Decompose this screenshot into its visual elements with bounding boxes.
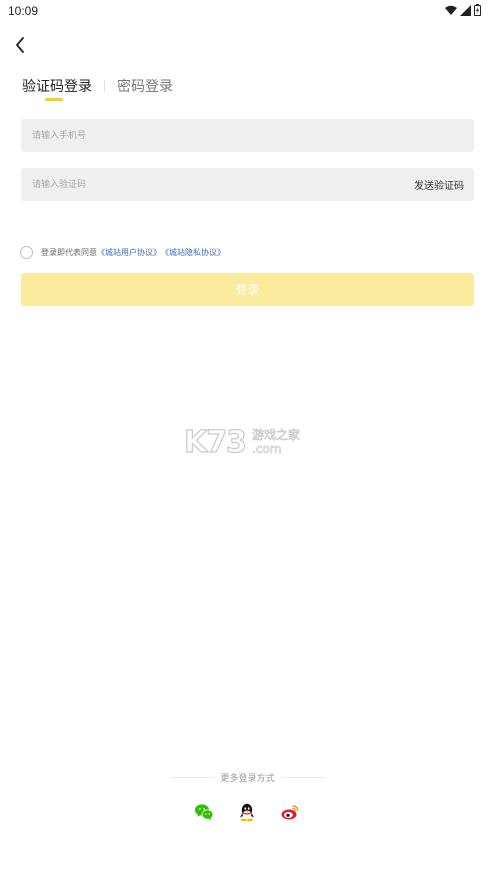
login-tabs: 验证码登录 密码登录 [22,76,173,96]
login-button[interactable]: 登录 [21,273,474,306]
phone-field [21,119,474,152]
status-bar: 10:09 [0,0,495,22]
tab-divider [104,80,105,92]
active-tab-indicator [45,98,63,101]
code-field: 发送验证码 [21,168,474,201]
user-agreement-link[interactable]: 《城站用户协议》 [97,247,161,258]
qq-icon [240,803,254,822]
wechat-login-button[interactable] [194,802,214,822]
k73-watermark-logo: K73 游戏之家 .com [183,424,314,460]
battery-icon [474,4,481,16]
back-button[interactable] [10,34,30,56]
privacy-agreement-link[interactable]: 《城站隐私协议》 [161,247,225,258]
status-time: 10:09 [8,4,39,18]
wifi-icon [445,5,457,15]
weibo-login-button[interactable] [280,802,300,822]
svg-text:游戏之家: 游戏之家 [252,427,300,442]
agreement-prefix: 登录即代表同意 [41,248,97,257]
tab-sms-login[interactable]: 验证码登录 [22,76,92,96]
chevron-left-icon [16,37,24,53]
svg-text:.com: .com [252,442,281,456]
more-login-label: 更多登录方式 [220,773,275,784]
login-button-label: 登录 [235,283,260,297]
tab-password-login[interactable]: 密码登录 [117,76,173,96]
svg-text:K73: K73 [184,425,246,456]
agreement-checkbox[interactable] [20,246,33,259]
agreement-row: 登录即代表同意 《城站用户协议》 《城站隐私协议》 [20,246,225,259]
weibo-icon [281,805,299,820]
send-code-button[interactable]: 发送验证码 [414,177,464,192]
divider-line-right [280,776,326,778]
signal-icon [460,4,471,16]
phone-input[interactable] [21,119,332,152]
watermark-logo-graphic: K73 游戏之家 .com [183,424,300,460]
wechat-icon [195,804,214,821]
divider-line-left [170,776,215,778]
code-input[interactable] [21,168,332,201]
qq-login-button[interactable] [237,802,257,822]
status-icons [445,4,481,16]
more-login-divider: 更多登录方式 [170,770,326,784]
